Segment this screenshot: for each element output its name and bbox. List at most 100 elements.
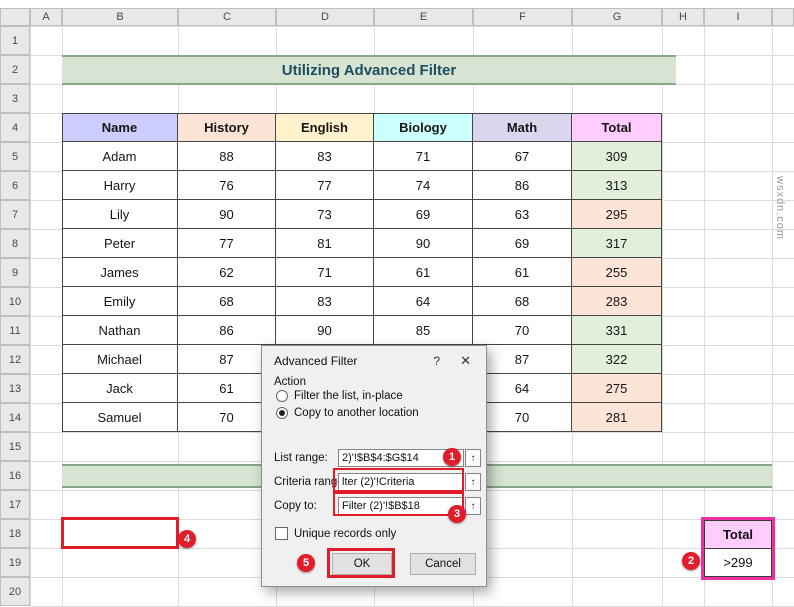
- row-header-16[interactable]: 16: [0, 461, 30, 490]
- cell-B12[interactable]: Michael: [62, 345, 178, 374]
- row-header-20[interactable]: 20: [0, 577, 30, 606]
- cell-D6[interactable]: 77: [276, 171, 374, 200]
- column-header-H[interactable]: H: [662, 8, 704, 26]
- cell-E6[interactable]: 74: [374, 171, 473, 200]
- cancel-button[interactable]: Cancel: [410, 553, 476, 575]
- column-header-B[interactable]: B: [62, 8, 178, 26]
- cell-G6[interactable]: 313: [572, 171, 662, 200]
- cell-E11[interactable]: 85: [374, 316, 473, 345]
- cell-G5[interactable]: 309: [572, 142, 662, 171]
- row-header-13[interactable]: 13: [0, 374, 30, 403]
- cell-I19-criteria-value[interactable]: >299: [705, 549, 771, 576]
- cell-G7[interactable]: 295: [572, 200, 662, 229]
- row-header-9[interactable]: 9: [0, 258, 30, 287]
- cell-F5[interactable]: 67: [473, 142, 572, 171]
- table-header-history[interactable]: History: [178, 113, 276, 142]
- cell-F14[interactable]: 70: [473, 403, 572, 432]
- cell-F11[interactable]: 70: [473, 316, 572, 345]
- cell-B11[interactable]: Nathan: [62, 316, 178, 345]
- column-header-E[interactable]: E: [374, 8, 473, 26]
- row-header-6[interactable]: 6: [0, 171, 30, 200]
- table-header-name[interactable]: Name: [62, 113, 178, 142]
- table-header-total[interactable]: Total: [572, 113, 662, 142]
- cell-F9[interactable]: 61: [473, 258, 572, 287]
- cell-D9[interactable]: 71: [276, 258, 374, 287]
- cell-F12[interactable]: 87: [473, 345, 572, 374]
- cell-D11[interactable]: 90: [276, 316, 374, 345]
- cell-G9[interactable]: 255: [572, 258, 662, 287]
- row-header-11[interactable]: 11: [0, 316, 30, 345]
- row-header-5[interactable]: 5: [0, 142, 30, 171]
- cell-D5[interactable]: 83: [276, 142, 374, 171]
- cell-D8[interactable]: 81: [276, 229, 374, 258]
- unique-records-checkbox[interactable]: Unique records only: [275, 527, 396, 540]
- column-header-A[interactable]: A: [30, 8, 62, 26]
- row-header-1[interactable]: 1: [0, 26, 30, 55]
- cell-G12[interactable]: 322: [572, 345, 662, 374]
- cell-B10[interactable]: Emily: [62, 287, 178, 316]
- row-header-8[interactable]: 8: [0, 229, 30, 258]
- copy-to-input[interactable]: Filter (2)'!$B$18: [338, 497, 464, 515]
- cell-G13[interactable]: 275: [572, 374, 662, 403]
- copy-to-picker-button[interactable]: ↑: [465, 497, 481, 515]
- cell-G11[interactable]: 331: [572, 316, 662, 345]
- cell-F6[interactable]: 86: [473, 171, 572, 200]
- radio-copy-to-another-location[interactable]: Copy to another location: [276, 407, 419, 419]
- cell-C7[interactable]: 90: [178, 200, 276, 229]
- select-all-corner[interactable]: [0, 8, 30, 26]
- table-header-math[interactable]: Math: [473, 113, 572, 142]
- cell-D10[interactable]: 83: [276, 287, 374, 316]
- cell-B6[interactable]: Harry: [62, 171, 178, 200]
- cell-E8[interactable]: 90: [374, 229, 473, 258]
- table-header-english[interactable]: English: [276, 113, 374, 142]
- cell-I18-total-header[interactable]: Total: [705, 521, 771, 549]
- row-header-2[interactable]: 2: [0, 55, 30, 84]
- criteria-range-picker-button[interactable]: ↑: [465, 473, 481, 491]
- cell-B8[interactable]: Peter: [62, 229, 178, 258]
- cell-G8[interactable]: 317: [572, 229, 662, 258]
- column-header-extra[interactable]: [772, 8, 794, 26]
- column-header-C[interactable]: C: [178, 8, 276, 26]
- cell-C6[interactable]: 76: [178, 171, 276, 200]
- cell-B13[interactable]: Jack: [62, 374, 178, 403]
- cell-E9[interactable]: 61: [374, 258, 473, 287]
- cell-F13[interactable]: 64: [473, 374, 572, 403]
- cell-C9[interactable]: 62: [178, 258, 276, 287]
- cell-D7[interactable]: 73: [276, 200, 374, 229]
- column-header-F[interactable]: F: [473, 8, 572, 26]
- cell-C11[interactable]: 86: [178, 316, 276, 345]
- row-header-12[interactable]: 12: [0, 345, 30, 374]
- cell-B14[interactable]: Samuel: [62, 403, 178, 432]
- cell-G10[interactable]: 283: [572, 287, 662, 316]
- cell-F10[interactable]: 68: [473, 287, 572, 316]
- close-icon[interactable]: ✕: [460, 353, 471, 369]
- row-header-14[interactable]: 14: [0, 403, 30, 432]
- radio-filter-in-place[interactable]: Filter the list, in-place: [276, 390, 403, 402]
- row-header-4[interactable]: 4: [0, 113, 30, 142]
- criteria-range-input[interactable]: lter (2)'!Criteria: [338, 473, 464, 491]
- cell-C8[interactable]: 77: [178, 229, 276, 258]
- row-header-17[interactable]: 17: [0, 490, 30, 519]
- row-header-10[interactable]: 10: [0, 287, 30, 316]
- cell-E7[interactable]: 69: [374, 200, 473, 229]
- cell-F7[interactable]: 63: [473, 200, 572, 229]
- cell-F8[interactable]: 69: [473, 229, 572, 258]
- cell-E10[interactable]: 64: [374, 287, 473, 316]
- cell-B7[interactable]: Lily: [62, 200, 178, 229]
- cell-C10[interactable]: 68: [178, 287, 276, 316]
- list-range-picker-button[interactable]: ↑: [465, 449, 481, 467]
- cell-C5[interactable]: 88: [178, 142, 276, 171]
- cell-B5[interactable]: Adam: [62, 142, 178, 171]
- column-header-I[interactable]: I: [704, 8, 772, 26]
- row-header-3[interactable]: 3: [0, 84, 30, 113]
- row-header-7[interactable]: 7: [0, 200, 30, 229]
- row-header-15[interactable]: 15: [0, 432, 30, 461]
- row-header-18[interactable]: 18: [0, 519, 30, 548]
- column-header-D[interactable]: D: [276, 8, 374, 26]
- ok-button[interactable]: OK: [332, 553, 392, 575]
- row-header-19[interactable]: 19: [0, 548, 30, 577]
- table-header-biology[interactable]: Biology: [374, 113, 473, 142]
- cell-B9[interactable]: James: [62, 258, 178, 287]
- help-icon[interactable]: ?: [433, 354, 440, 368]
- cell-E5[interactable]: 71: [374, 142, 473, 171]
